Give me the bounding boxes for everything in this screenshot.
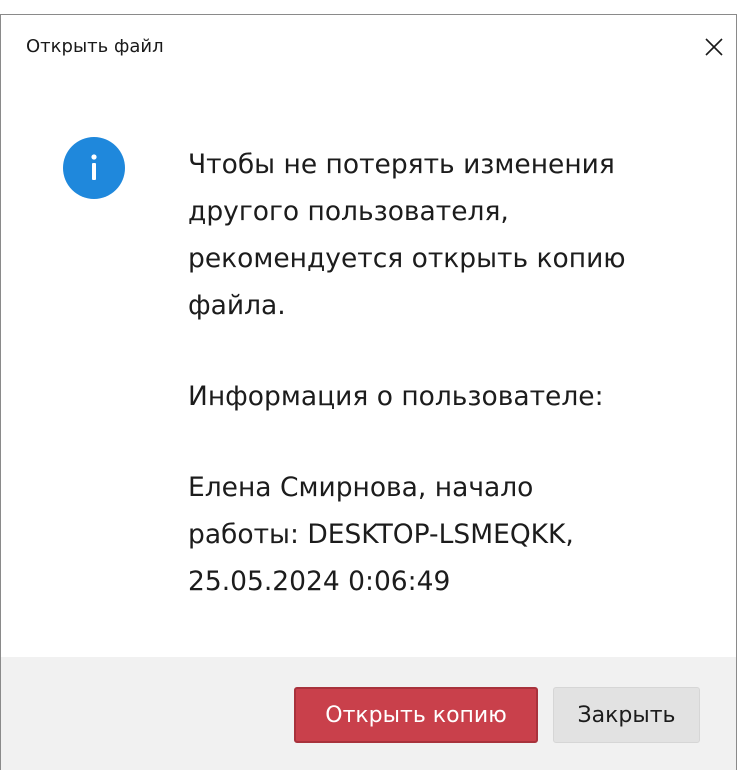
close-icon — [705, 38, 723, 56]
user-info-line: Елена Смирнова, начало — [188, 472, 534, 503]
dialog-titlebar: Открыть файл — [1, 15, 736, 79]
message-line: рекомендуется открыть копию — [188, 243, 626, 274]
dialog-title: Открыть файл — [26, 36, 164, 57]
message-line: другого пользователя, — [188, 196, 509, 227]
close-dialog-button[interactable]: Закрыть — [553, 687, 700, 743]
info-icon — [63, 137, 125, 199]
dialog-message: Чтобы не потерять изменения другого поль… — [188, 141, 708, 605]
close-button[interactable] — [690, 25, 736, 69]
user-info-line: работы: DESKTOP-LSMEQKK, — [188, 519, 574, 550]
message-line: файла. — [188, 290, 286, 321]
open-file-dialog: Открыть файл Чтобы не потерять изменения… — [0, 14, 737, 770]
message-line: Чтобы не потерять изменения — [188, 149, 615, 180]
user-info-line: 25.05.2024 0:06:49 — [188, 566, 451, 597]
open-copy-button[interactable]: Открыть копию — [294, 687, 538, 743]
dialog-footer: Открыть копию Закрыть — [1, 657, 736, 770]
user-info-label: Информация о пользователе: — [188, 381, 604, 412]
